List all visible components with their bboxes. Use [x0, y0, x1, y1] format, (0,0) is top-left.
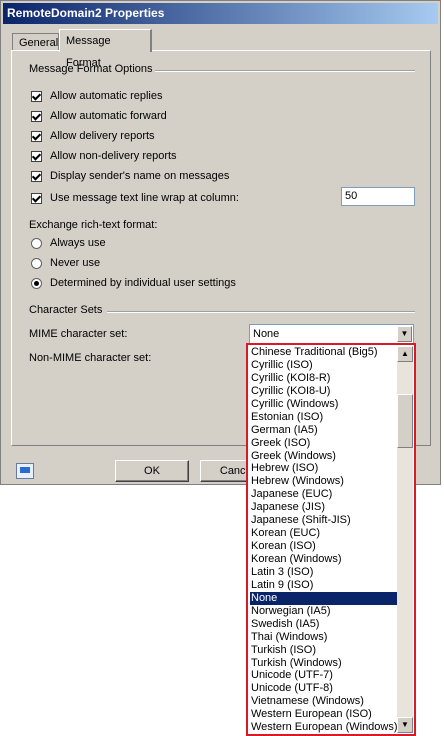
title-bar: RemoteDomain2 Properties	[3, 3, 438, 24]
character-sets-group-label: Character Sets	[29, 304, 103, 316]
checkbox-checked-icon[interactable]	[31, 90, 42, 102]
help-icon[interactable]	[16, 463, 34, 479]
option-auto-forward[interactable]: Allow automatic forward	[31, 110, 167, 122]
dropdown-option[interactable]: Turkish (ISO)	[250, 644, 398, 657]
mime-charset-select[interactable]: None ▼	[249, 324, 414, 344]
radio-never-use[interactable]: Never use	[31, 257, 100, 269]
dropdown-option[interactable]: Cyrillic (KOI8-R)	[250, 372, 398, 385]
scroll-thumb[interactable]	[397, 394, 413, 448]
group-divider	[107, 311, 415, 313]
dropdown-option[interactable]: Hebrew (ISO)	[250, 462, 398, 475]
checkbox-checked-icon[interactable]	[31, 150, 42, 162]
dropdown-option[interactable]: German (IA5)	[250, 424, 398, 437]
dropdown-option[interactable]: Turkish (Windows)	[250, 657, 398, 670]
dropdown-option[interactable]: Unicode (UTF-8)	[250, 682, 398, 695]
checkbox-checked-icon[interactable]	[31, 130, 42, 142]
option-line-wrap[interactable]: Use message text line wrap at column:	[31, 192, 239, 204]
dropdown-option[interactable]: Hebrew (Windows)	[250, 475, 398, 488]
dropdown-option[interactable]: Chinese Traditional (Big5)	[250, 346, 398, 359]
dropdown-option[interactable]: Japanese (EUC)	[250, 488, 398, 501]
tab-general[interactable]: General	[12, 33, 59, 51]
mime-charset-label: MIME character set:	[29, 328, 128, 340]
charset-options: Chinese Traditional (Big5) Cyrillic (ISO)…	[250, 346, 398, 734]
radio-selected-icon[interactable]	[31, 277, 42, 289]
dropdown-option[interactable]: Latin 3 (ISO)	[250, 566, 398, 579]
dropdown-option[interactable]: Vietnamese (Windows)	[250, 695, 398, 708]
radio-always-use[interactable]: Always use	[31, 237, 106, 249]
checkbox-checked-icon[interactable]	[31, 110, 42, 122]
dropdown-option[interactable]: Estonian (ISO)	[250, 411, 398, 424]
wrap-column-input[interactable]: 50	[341, 187, 415, 206]
dropdown-option[interactable]: Greek (Windows)	[250, 450, 398, 463]
dropdown-option[interactable]: Korean (ISO)	[250, 540, 398, 553]
dropdown-option[interactable]: None	[250, 591, 398, 605]
option-display-sender-name[interactable]: Display sender's name on messages	[31, 170, 229, 182]
scroll-down-icon[interactable]: ▼	[397, 717, 413, 733]
ok-button[interactable]: OK	[115, 460, 189, 482]
dropdown-option[interactable]: Japanese (Shift-JIS)	[250, 514, 398, 527]
rich-text-label: Exchange rich-text format:	[29, 219, 158, 231]
mime-charset-value: None	[253, 328, 280, 340]
dropdown-scrollbar[interactable]: ▲ ▼	[397, 346, 413, 733]
tab-message-format[interactable]: Message Format	[59, 29, 152, 69]
non-mime-charset-label: Non-MIME character set:	[29, 352, 152, 364]
dropdown-option[interactable]: Norwegian (IA5)	[250, 605, 398, 618]
dropdown-option[interactable]: Korean (Windows)	[250, 553, 398, 566]
dropdown-option[interactable]: Unicode (UTF-7)	[250, 669, 398, 682]
checkbox-checked-icon[interactable]	[31, 192, 42, 204]
scroll-up-icon[interactable]: ▲	[397, 346, 413, 362]
checkbox-checked-icon[interactable]	[31, 170, 42, 182]
dropdown-option[interactable]: Thai (Windows)	[250, 631, 398, 644]
dropdown-option[interactable]: Swedish (IA5)	[250, 618, 398, 631]
dropdown-option[interactable]: Western European (Windows)	[250, 721, 398, 734]
dropdown-option[interactable]: Latin 9 (ISO)	[250, 579, 398, 592]
radio-user-settings[interactable]: Determined by individual user settings	[31, 277, 236, 289]
dropdown-option[interactable]: Greek (ISO)	[250, 437, 398, 450]
chevron-down-icon[interactable]: ▼	[397, 326, 412, 342]
option-delivery-reports[interactable]: Allow delivery reports	[31, 130, 155, 142]
dropdown-option[interactable]: Cyrillic (Windows)	[250, 398, 398, 411]
dropdown-option[interactable]: Cyrillic (ISO)	[250, 359, 398, 372]
dropdown-option[interactable]: Korean (EUC)	[250, 527, 398, 540]
group-divider	[155, 70, 415, 72]
charset-dropdown-list[interactable]: Chinese Traditional (Big5) Cyrillic (ISO)…	[246, 343, 416, 736]
radio-icon[interactable]	[31, 257, 42, 269]
dropdown-option[interactable]: Japanese (JIS)	[250, 501, 398, 514]
dropdown-option[interactable]: Western European (ISO)	[250, 708, 398, 721]
option-non-delivery-reports[interactable]: Allow non-delivery reports	[31, 150, 177, 162]
option-auto-replies[interactable]: Allow automatic replies	[31, 90, 163, 102]
radio-icon[interactable]	[31, 237, 42, 249]
dropdown-option[interactable]: Cyrillic (KOI8-U)	[250, 385, 398, 398]
